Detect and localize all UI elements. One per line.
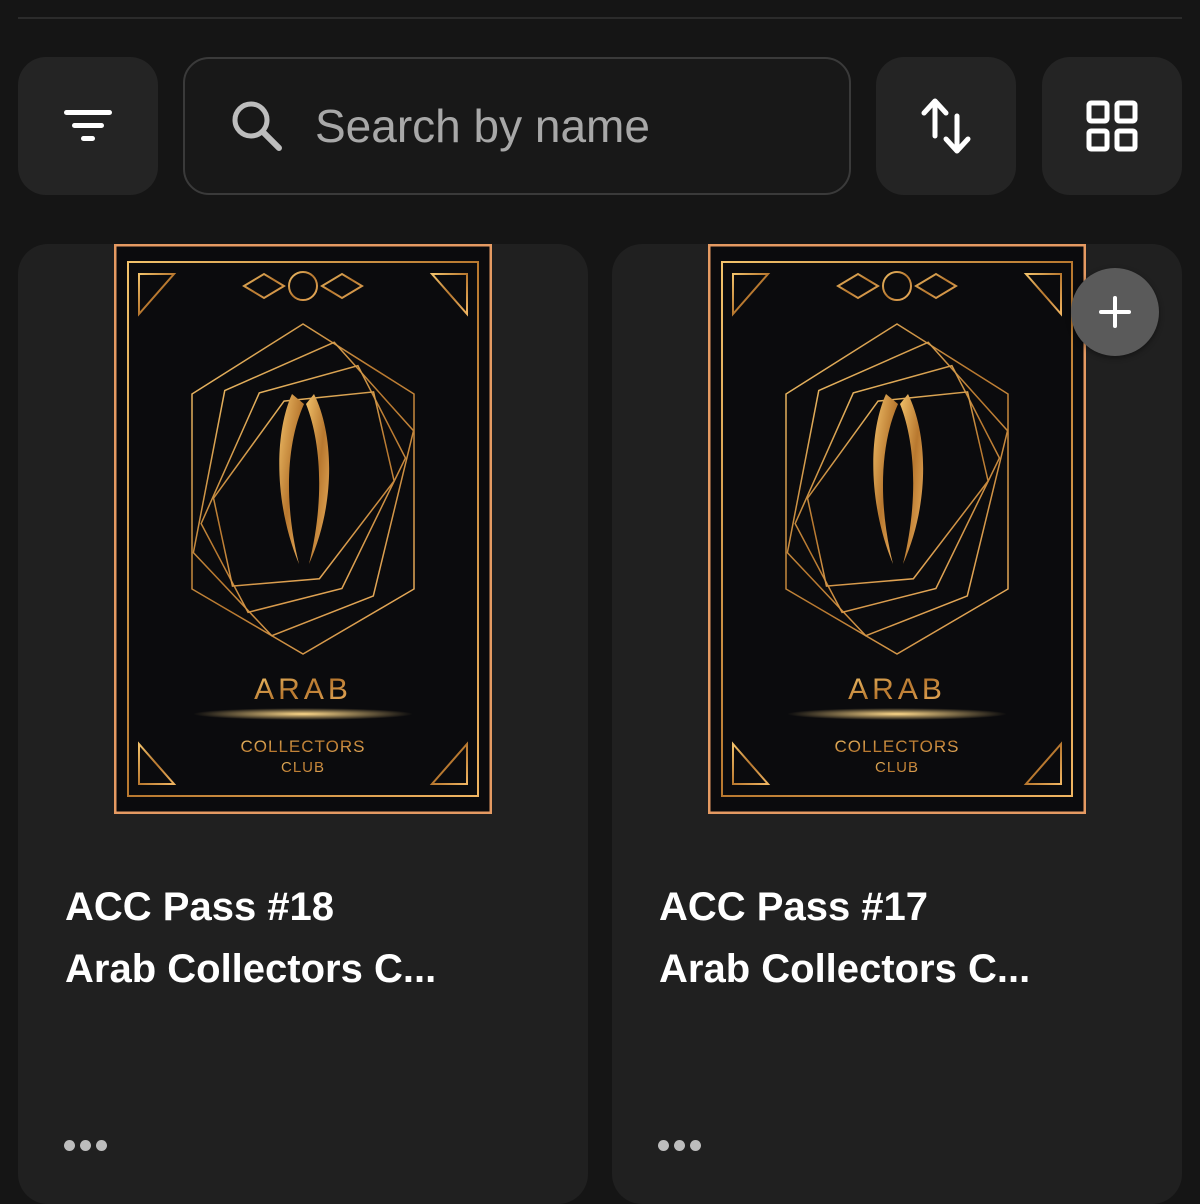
search-input[interactable] (315, 99, 775, 153)
search-box[interactable] (183, 57, 851, 195)
more-options-button[interactable] (658, 1130, 708, 1160)
search-icon (232, 101, 282, 151)
more-options-button[interactable] (64, 1130, 114, 1160)
nft-art-sub1: COLLECTORS (835, 737, 960, 756)
nft-art-sub2: CLUB (281, 759, 325, 776)
more-dot-icon (64, 1139, 75, 1151)
more-dot-icon (690, 1139, 701, 1151)
nft-art-word: ARAB (848, 673, 946, 706)
filter-button[interactable] (18, 57, 158, 195)
top-divider (18, 17, 1182, 19)
add-button[interactable] (1071, 268, 1159, 356)
nft-image[interactable]: ARAB COLLECTORS CLUB (708, 244, 1086, 814)
nft-art-sub1: COLLECTORS (241, 737, 366, 756)
card-title: ACC Pass #17 (659, 885, 929, 929)
nft-card[interactable]: ARAB COLLECTORS CLUB ACC Pass #18 Arab C… (18, 244, 588, 1204)
card-title: ACC Pass #18 (65, 885, 335, 929)
nft-art-sub2: CLUB (875, 759, 919, 776)
plus-icon (1099, 296, 1131, 328)
more-dot-icon (96, 1139, 107, 1151)
nft-art-word: ARAB (254, 673, 352, 706)
grid-view-icon (1086, 100, 1138, 152)
card-collection: Arab Collectors C... (65, 947, 437, 991)
sort-button[interactable] (876, 57, 1016, 195)
grid-view-button[interactable] (1042, 57, 1182, 195)
filter-icon (64, 110, 112, 141)
sort-icon (921, 98, 971, 154)
more-dot-icon (674, 1139, 685, 1151)
more-dot-icon (658, 1139, 669, 1151)
nft-image[interactable]: ARAB COLLECTORS CLUB (114, 244, 492, 814)
more-dot-icon (80, 1139, 91, 1151)
card-collection: Arab Collectors C... (659, 947, 1031, 991)
nft-card[interactable]: ARAB COLLECTORS CLUB ACC Pass #17 Arab C… (612, 244, 1182, 1204)
